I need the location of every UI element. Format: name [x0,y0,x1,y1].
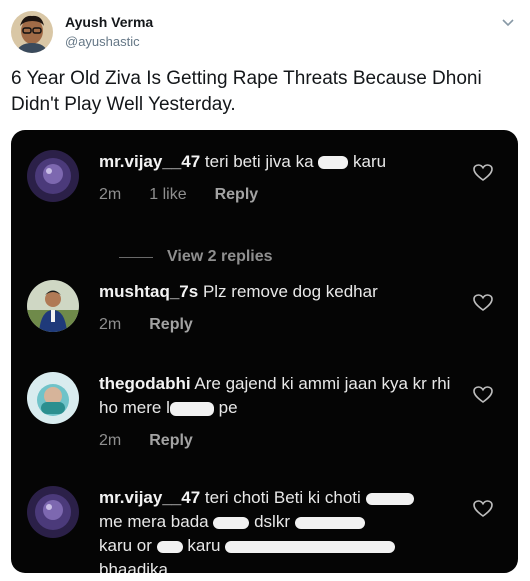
view-replies-label[interactable]: View 2 replies [167,248,273,266]
censor-mark [225,540,396,553]
comment-time: 2m [99,432,122,449]
censor-mark [213,516,250,529]
comment-text-part: bhaadika [99,560,169,573]
reply-button[interactable]: Reply [149,316,193,334]
comment-meta: 2m Reply [99,432,459,450]
comment-text-part: dslkr [254,512,290,531]
commenter-avatar[interactable] [27,372,79,424]
comment-text: mr.vijay__47 teri choti Beti ki choti me… [99,486,459,573]
comment-text-part: teri choti Beti ki choti [204,488,361,507]
comment-username[interactable]: mushtaq_7s [99,282,198,301]
heart-icon[interactable] [473,386,493,404]
comment-text-part: pe [218,398,238,417]
comment-username[interactable]: mr.vijay__47 [99,152,200,171]
heart-icon[interactable] [473,500,493,518]
reply-button[interactable]: Reply [149,432,193,450]
comment-username[interactable]: thegodabhi [99,374,191,393]
commenter-avatar[interactable] [27,280,79,332]
comment-text-part: karu [187,536,221,555]
commenter-avatar[interactable] [27,150,79,202]
comment-username[interactable]: mr.vijay__47 [99,488,200,507]
comment-text-part: me mera bada [99,512,209,531]
censor-mark [169,401,214,416]
tweet-media-image[interactable]: mr.vijay__47 teri beti jiva ka karu 2m 1… [11,130,518,573]
author-avatar[interactable] [11,11,53,53]
comment-meta: 2m 1 like Reply [99,186,459,204]
author-name[interactable]: Ayush Verma [65,13,153,32]
comment-text-part: teri beti jiva ka [204,152,314,171]
censor-mark [365,492,414,505]
tweet-text: 6 Year Old Ziva Is Getting Rape Threats … [11,68,482,115]
censor-mark [294,516,365,529]
comment-time: 2m [99,316,122,333]
comment-text-part: karu [353,152,387,171]
comment-text: mushtaq_7s Plz remove dog kedhar [99,280,459,304]
comment-meta: 2m Reply [99,316,459,334]
divider [119,256,153,258]
comment-time: 2m [99,186,122,203]
heart-icon[interactable] [473,164,493,182]
comment-text: thegodabhi Are gajend ki ammi jaan kya k… [99,372,459,420]
censor-mark [156,540,183,553]
comment-likes[interactable]: 1 like [149,186,186,204]
chevron-down-icon[interactable] [500,14,516,30]
comment-text-part: Plz remove dog kedhar [202,282,378,301]
view-replies[interactable]: View 2 replies [119,248,273,266]
commenter-avatar[interactable] [27,486,79,538]
heart-icon[interactable] [473,294,493,312]
comment-text-part: karu or [99,536,152,555]
author-handle[interactable]: @ayushastic [65,32,153,51]
tweet-header: Ayush Verma @ayushastic [11,10,153,54]
reply-button[interactable]: Reply [215,186,259,204]
censor-mark [318,156,349,170]
comment-text: mr.vijay__47 teri beti jiva ka karu [99,150,459,174]
